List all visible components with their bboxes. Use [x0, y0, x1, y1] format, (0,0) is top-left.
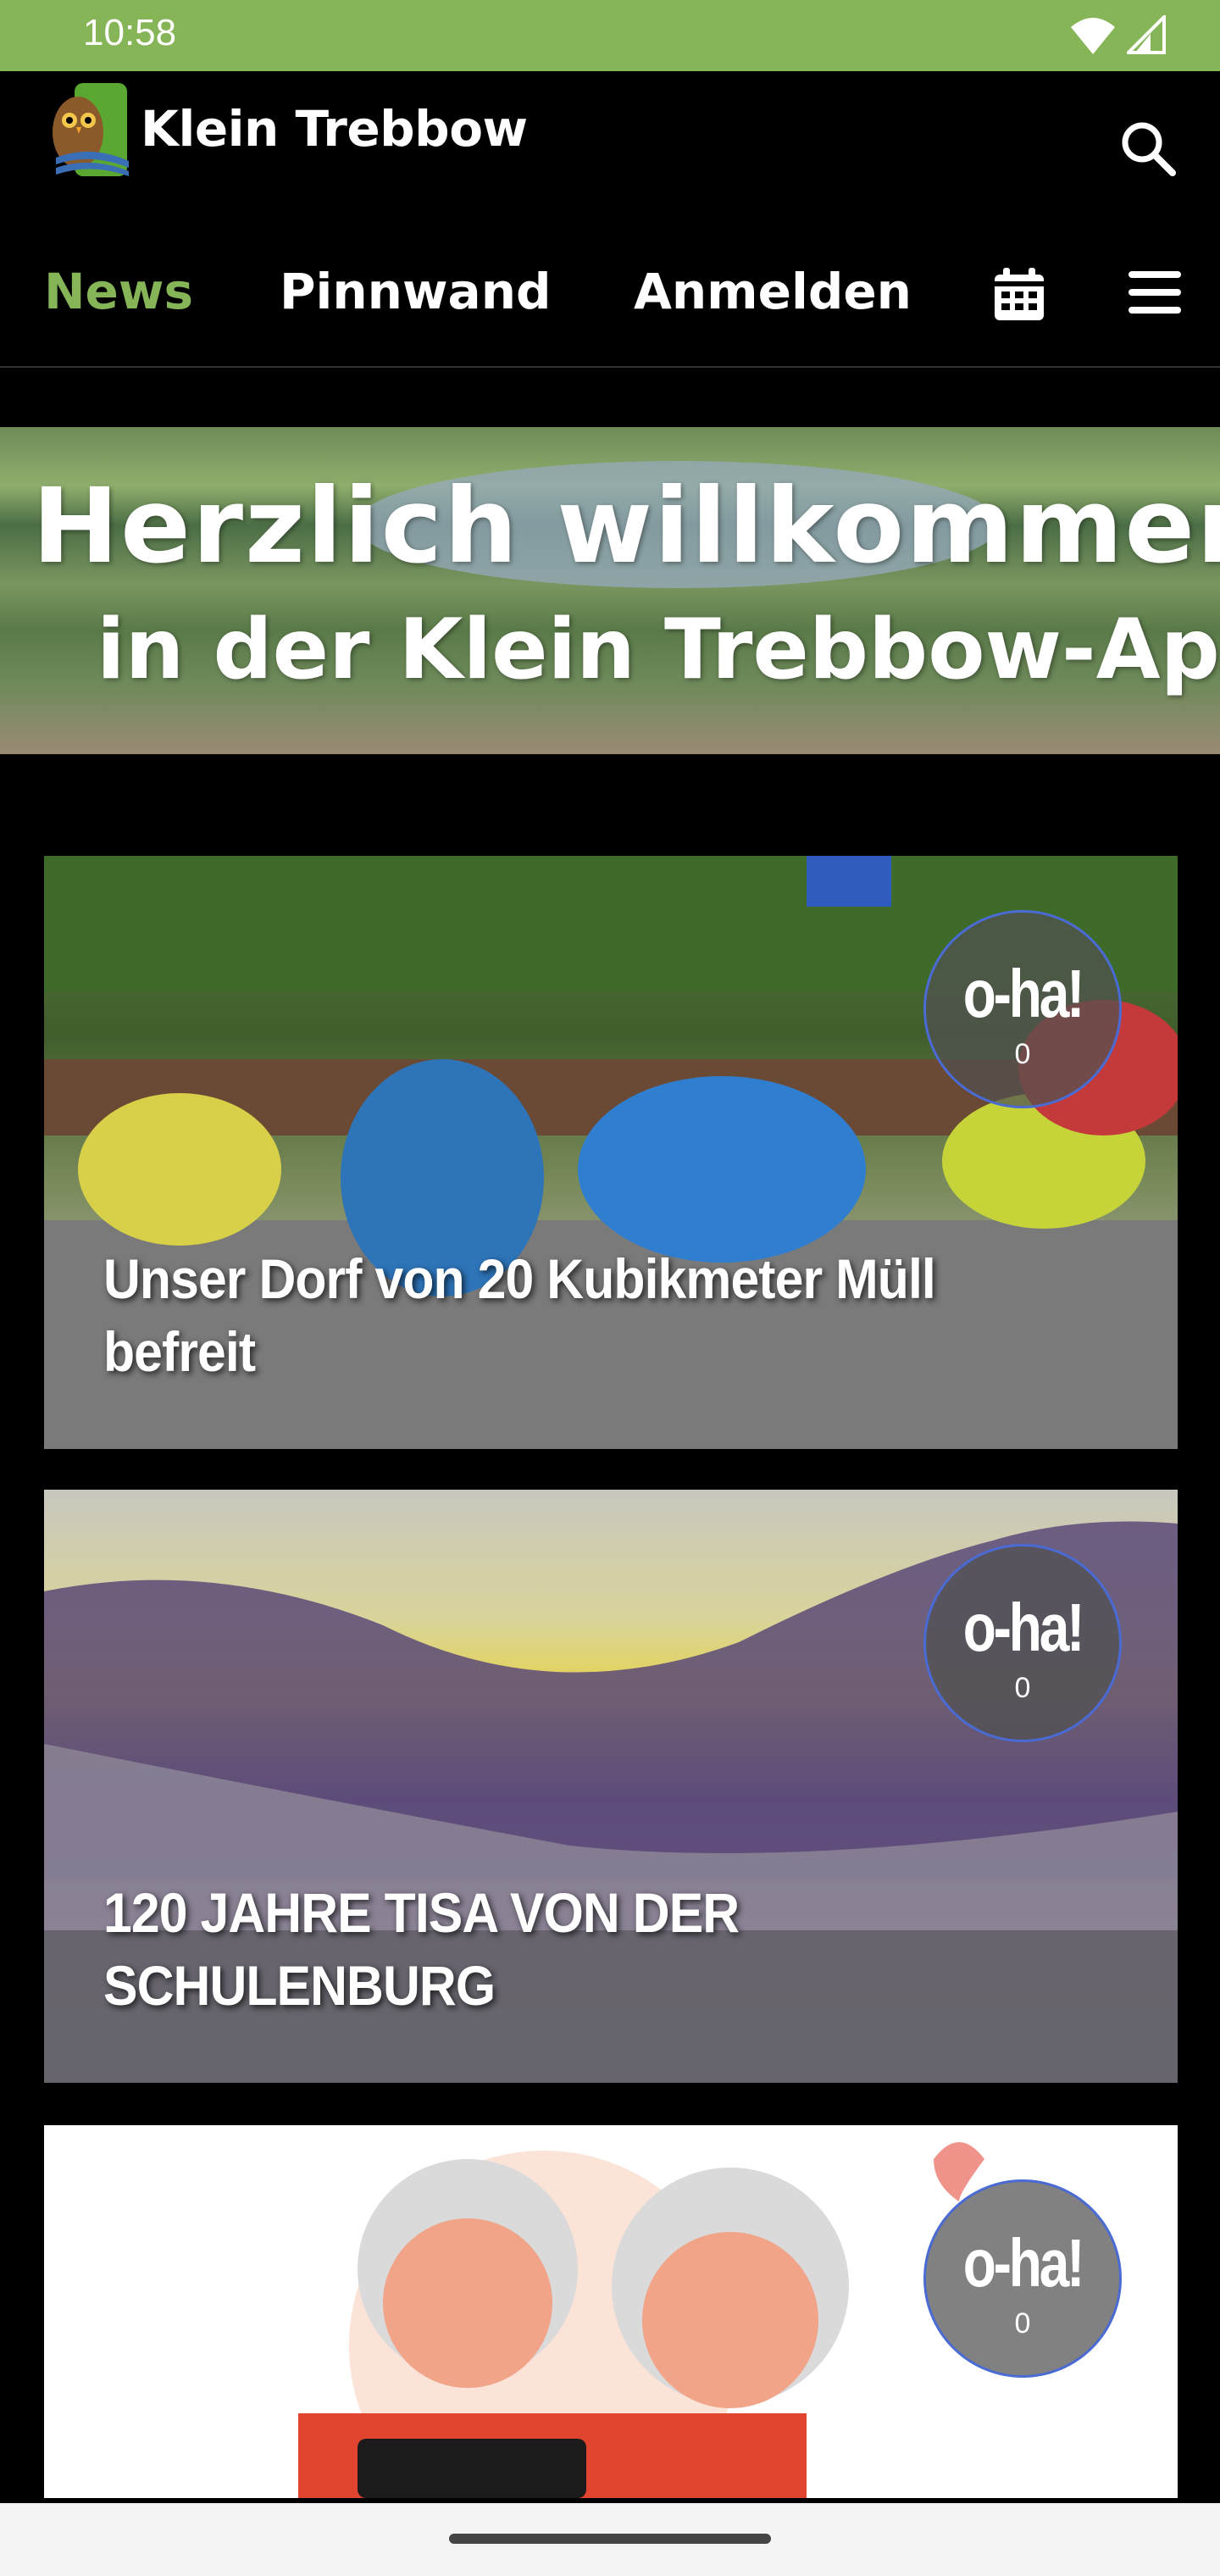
- banner-headline: Herzlich willkommen: [32, 466, 1220, 586]
- home-gesture-handle[interactable]: [449, 2534, 771, 2544]
- oha-label: o-ha!: [962, 2225, 1085, 2301]
- oha-count: 0: [1014, 1672, 1031, 1704]
- oha-reaction-button[interactable]: o-ha! 0: [923, 2179, 1122, 2378]
- status-icons: [1069, 15, 1166, 56]
- app-brand-title: Klein Trebbow: [141, 100, 528, 158]
- oha-reaction-button[interactable]: o-ha! 0: [923, 910, 1122, 1108]
- tab-anmelden[interactable]: Anmelden: [634, 263, 912, 320]
- gesture-navigation-bar: [0, 2503, 1220, 2576]
- wifi-icon: [1071, 18, 1115, 54]
- oha-label: o-ha!: [962, 956, 1085, 1031]
- owl-logo-icon: [53, 83, 129, 176]
- news-title: Unser Dorf von 20 Kubikmeter Müll befrei…: [103, 1247, 936, 1383]
- welcome-banner: Herzlich willkommen in der Klein Trebbow…: [0, 427, 1220, 754]
- status-bar: 10:58: [0, 0, 1220, 71]
- tab-news[interactable]: News: [44, 263, 193, 320]
- news-card[interactable]: Unser Dorf von 20 Kubikmeter Müll befrei…: [44, 856, 1178, 1449]
- hamburger-menu-icon[interactable]: [1128, 271, 1181, 314]
- main-tabs: News Pinnwand Anmelden: [0, 215, 1220, 368]
- oha-reaction-button[interactable]: o-ha! 0: [923, 1544, 1122, 1742]
- oha-count: 0: [1014, 1038, 1031, 1070]
- signal-icon: [1127, 15, 1166, 54]
- news-title: 120 JAHRE TISA VON DER SCHULENBURG: [103, 1881, 740, 2017]
- tab-pinnwand[interactable]: Pinnwand: [280, 263, 552, 320]
- status-time: 10:58: [83, 12, 177, 53]
- search-icon[interactable]: [1117, 117, 1179, 180]
- oha-label: o-ha!: [962, 1590, 1085, 1665]
- oha-count: 0: [1014, 2307, 1031, 2340]
- banner-subline: in der Klein Trebbow-App!: [97, 602, 1220, 698]
- news-card[interactable]: o-ha! 0: [44, 2125, 1178, 2498]
- news-card[interactable]: 120 JAHRE TISA VON DER SCHULENBURG o-ha!…: [44, 1490, 1178, 2083]
- calendar-icon[interactable]: [993, 266, 1045, 322]
- app-header: Klein Trebbow: [0, 71, 1220, 215]
